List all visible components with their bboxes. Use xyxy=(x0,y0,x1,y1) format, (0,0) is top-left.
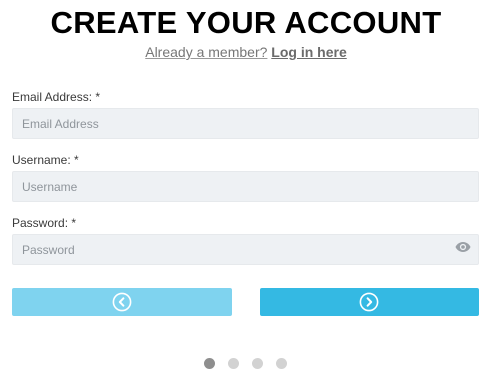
page-title: CREATE YOUR ACCOUNT xyxy=(50,5,442,40)
username-field[interactable] xyxy=(12,171,479,202)
step-dot[interactable] xyxy=(252,358,263,369)
step-dot[interactable] xyxy=(204,358,215,369)
login-link[interactable]: Log in here xyxy=(271,44,346,60)
email-label: Email Address: * xyxy=(12,90,101,104)
member-prompt-text: Already a member? xyxy=(145,44,268,60)
password-field[interactable] xyxy=(12,234,479,265)
email-field[interactable] xyxy=(12,108,479,139)
step-dot[interactable] xyxy=(276,358,287,369)
chevron-left-circle-icon xyxy=(112,292,132,312)
step-dot[interactable] xyxy=(228,358,239,369)
next-button[interactable] xyxy=(260,288,479,316)
login-prompt: Already a member? Log in here xyxy=(0,44,492,60)
eye-icon[interactable] xyxy=(455,241,471,253)
username-label: Username: * xyxy=(12,153,79,167)
previous-button[interactable] xyxy=(12,288,232,316)
password-label: Password: * xyxy=(12,216,77,230)
chevron-right-circle-icon xyxy=(359,292,379,312)
